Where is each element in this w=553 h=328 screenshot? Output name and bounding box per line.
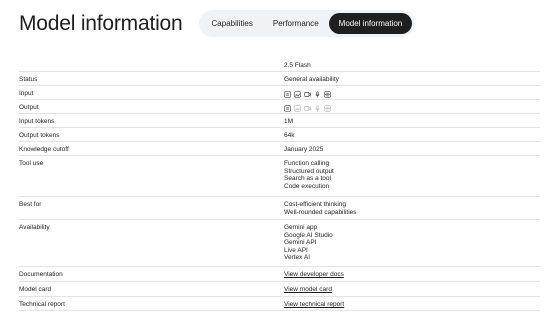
row-value-input-tokens: 1M: [284, 118, 294, 125]
table-header-label: [19, 58, 284, 71]
row-value-technical-report: View technical report: [284, 297, 540, 310]
tool-use-item: Search as a tool: [284, 175, 331, 183]
row-value-availability: Gemini app Google AI Studio Gemini API L…: [284, 220, 540, 266]
model-information-page: Model information Capabilities Performan…: [0, 0, 553, 328]
page-title: Model information: [19, 12, 183, 35]
model-info-table: 2.5 Flash Status General availability In…: [19, 58, 540, 311]
pdf-icon: [324, 90, 331, 98]
table-row: Output: [19, 100, 540, 114]
video-icon: [304, 105, 311, 112]
table-header-row: 2.5 Flash: [19, 58, 540, 72]
table-row: Input tokens 1M: [19, 114, 540, 128]
row-label-status: Status: [19, 76, 38, 83]
tab-model-information[interactable]: Model information: [328, 12, 413, 34]
row-label-output: Output: [19, 104, 39, 111]
tool-use-item: Structured output: [284, 167, 334, 175]
model-name: 2.5 Flash: [284, 62, 311, 69]
tab-performance[interactable]: Performance: [263, 13, 329, 34]
best-for-item: Cost-efficient thinking: [284, 201, 347, 208]
table-row: Model card View model card: [19, 282, 540, 297]
row-label-technical-report: Technical report: [19, 301, 65, 308]
availability-item: Gemini API: [284, 239, 317, 247]
row-label-output-tokens: Output tokens: [19, 132, 60, 139]
table-row: Output tokens 64k: [19, 128, 540, 142]
row-label-best-for: Best for: [19, 201, 42, 208]
row-label-input-tokens: Input tokens: [19, 118, 55, 125]
row-value-knowledge-cutoff: January 2025: [284, 146, 324, 153]
image-icon: [294, 90, 301, 98]
video-icon: [304, 91, 311, 98]
availability-item: Google AI Studio: [284, 231, 333, 239]
row-value-tool-use: Function calling Structured output Searc…: [284, 156, 540, 196]
text-icon: [284, 104, 291, 112]
table-row: Tool use Function calling Structured out…: [19, 156, 540, 197]
row-label-documentation: Documentation: [19, 271, 63, 278]
pdf-icon: [324, 104, 331, 112]
table-row: Technical report View technical report: [19, 297, 540, 311]
row-label-knowledge-cutoff: Knowledge cutoff: [19, 146, 69, 153]
header: Model information Capabilities Performan…: [19, 8, 416, 38]
availability-item: Gemini app: [284, 224, 318, 231]
table-row: Input: [19, 86, 540, 100]
audio-icon: [314, 104, 321, 112]
row-label-tool-use: Tool use: [19, 160, 44, 167]
audio-icon: [314, 90, 321, 98]
row-value-best-for: Cost-efficient thinking Well-rounded cap…: [284, 197, 540, 219]
tab-capabilities[interactable]: Capabilities: [202, 13, 263, 34]
row-value-model-card: View model card: [284, 282, 540, 296]
tab-bar: Capabilities Performance Model informati…: [198, 9, 416, 37]
row-label-input: Input: [19, 90, 34, 97]
table-row: Availability Gemini app Google AI Studio…: [19, 220, 540, 267]
tool-use-item: Code execution: [284, 182, 330, 190]
table-row: Knowledge cutoff January 2025: [19, 142, 540, 156]
best-for-item: Well-rounded capabilities: [284, 208, 357, 216]
row-value-documentation: View developer docs: [284, 267, 540, 281]
model-card-link[interactable]: View model card: [284, 286, 332, 293]
row-value-output: [284, 100, 540, 113]
table-row: Best for Cost-efficient thinking Well-ro…: [19, 197, 540, 220]
tool-use-item: Function calling: [284, 160, 330, 167]
technical-report-link[interactable]: View technical report: [284, 301, 344, 308]
row-value-input: [284, 86, 540, 99]
image-icon: [294, 104, 301, 112]
row-label-availability: Availability: [19, 224, 50, 231]
row-value-status: General availability: [284, 76, 339, 83]
table-row: Documentation View developer docs: [19, 267, 540, 282]
table-row: Status General availability: [19, 72, 540, 86]
row-label-model-card: Model card: [19, 286, 52, 293]
row-value-output-tokens: 64k: [284, 132, 295, 139]
availability-item: Vertex AI: [284, 254, 311, 262]
text-icon: [284, 90, 291, 98]
availability-item: Live API: [284, 246, 308, 254]
developer-docs-link[interactable]: View developer docs: [284, 271, 344, 278]
